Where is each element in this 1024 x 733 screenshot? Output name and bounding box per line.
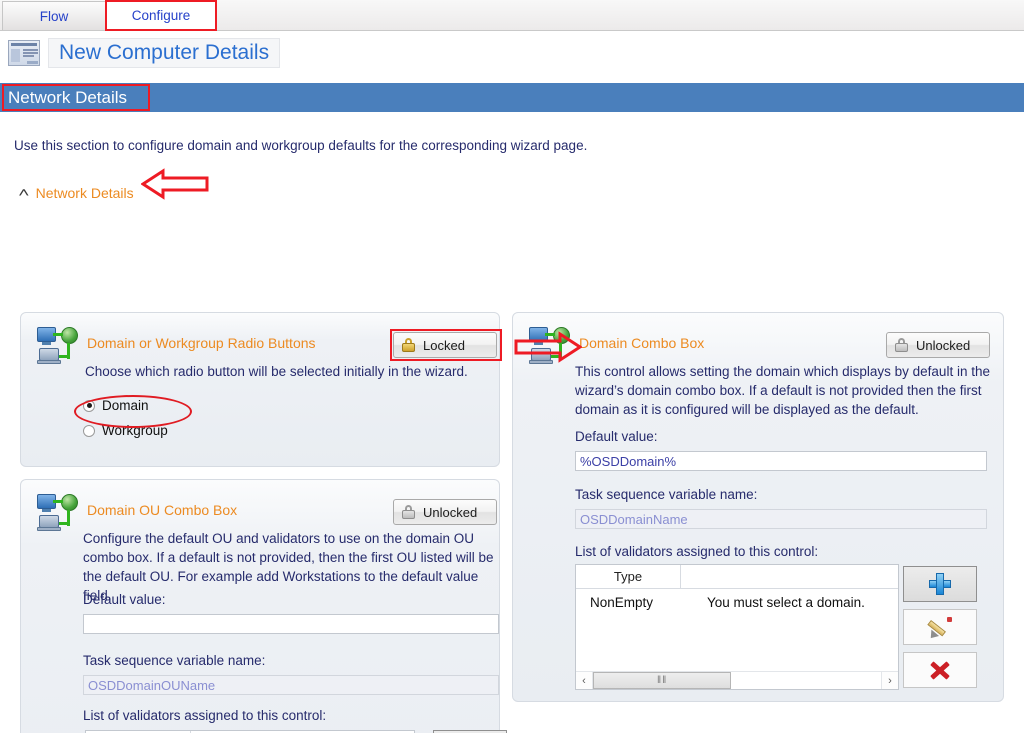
default-value-label-ou: Default value: [83,592,166,607]
unlocked-button-domain-combo[interactable]: Unlocked [886,332,990,358]
default-value-input-domain[interactable]: %OSDDomain% [575,451,987,471]
panel-title-domain-ou-combo: Domain OU Combo Box [87,502,238,518]
red-x-icon [929,660,951,680]
panel-title-radio-buttons: Domain or Workgroup Radio Buttons [87,335,316,351]
tab-strip: Flow Configure [0,0,1024,31]
network-icon [37,494,79,532]
ts-variable-input-domain[interactable]: OSDDomainName [575,509,987,529]
ts-variable-input-ou[interactable]: OSDDomainOUName [83,675,499,695]
panel-domain-or-workgroup-radio-buttons: Domain or Workgroup Radio Buttons Locked… [20,312,500,467]
scrollbar-track[interactable]: ‖‖ [593,672,881,689]
scroll-right-arrow-icon[interactable]: › [881,672,898,689]
panel-description-radio-buttons: Choose which radio button will be select… [85,364,468,379]
unlocked-button-label: Unlocked [916,337,971,353]
intro-text: Use this section to configure domain and… [14,138,588,153]
radio-workgroup-label: Workgroup [102,423,168,438]
validators-label-ou: List of validators assigned to this cont… [83,708,327,723]
tab-flow-label: Flow [39,8,69,24]
validator-type-cell: NonEmpty [590,594,654,610]
lock-closed-icon [402,338,415,352]
lock-open-icon [402,505,415,519]
add-validator-button-domain[interactable] [903,566,977,602]
ts-variable-label-domain: Task sequence variable name: [575,487,758,502]
radio-domain-indicator[interactable] [83,399,95,412]
tab-configure[interactable]: Configure [106,1,216,30]
application-window: Flow Configure New Computer Details Netw… [0,0,1024,733]
section-header-title: Network Details [8,87,128,107]
page-title-label: New Computer Details [59,41,270,64]
pencil-icon [926,616,953,642]
wizard-page-icon [8,40,40,66]
locked-button-label: Locked [423,337,465,353]
chevron-up-icon[interactable]: ˄ [18,186,29,199]
page-body: Use this section to configure domain and… [0,112,1024,733]
radio-workgroup-indicator[interactable] [83,424,95,437]
tab-configure-label: Configure [131,8,191,23]
network-details-group-header[interactable]: ˄ Network Details [18,185,134,201]
edit-validator-button-domain[interactable] [903,609,977,645]
scroll-left-arrow-icon[interactable]: ‹ [576,672,593,689]
validators-grid-horizontal-scrollbar[interactable]: ‹ ‖‖ › [576,671,898,689]
locked-button[interactable]: Locked [393,332,497,358]
plus-icon [929,573,951,595]
panel-domain-ou-combo-box: Domain OU Combo Box Unlocked Configure t… [20,479,507,733]
lock-open-icon [895,338,908,352]
validators-column-message-domain [681,565,898,588]
annotation-arrow-right-default-value [514,331,582,363]
annotation-arrow-left-group-title [141,168,209,200]
validators-grid-header-domain: Type [576,565,898,589]
default-value-input-ou[interactable] [83,614,499,634]
radio-domain-label: Domain [102,398,149,413]
validators-column-type-domain: Type [576,565,681,588]
panel-title-domain-combo: Domain Combo Box [579,335,705,351]
default-value-input-domain-text: %OSDDomain% [580,453,677,469]
delete-validator-button-domain[interactable] [903,652,977,688]
ts-variable-input-ou-text: OSDDomainOUName [88,677,216,693]
page-title: New Computer Details [48,38,281,68]
default-value-label-domain: Default value: [575,429,658,444]
radio-option-domain[interactable]: Domain [83,398,149,413]
validators-grid-domain[interactable]: Type NonEmpty You must select a domain. … [575,564,899,690]
panel-description-domain-combo: This control allows setting the domain w… [575,364,990,417]
scrollbar-thumb[interactable]: ‖‖ [593,672,732,689]
panel-domain-combo-box: Domain Combo Box Unlocked This control a… [512,312,1004,702]
section-header-bar: Network Details [0,83,1024,112]
unlocked-button-domain-ou[interactable]: Unlocked [393,499,497,525]
network-details-group-title: Network Details [35,185,134,201]
network-icon [37,327,79,365]
ts-variable-input-domain-text: OSDDomainName [580,511,688,527]
unlocked-button-label: Unlocked [423,504,478,520]
tab-flow[interactable]: Flow [2,1,106,30]
validator-message-cell: You must select a domain. [707,594,865,610]
validators-label-domain: List of validators assigned to this cont… [575,544,819,559]
table-row[interactable]: NonEmpty You must select a domain. [576,589,898,615]
ts-variable-label-ou: Task sequence variable name: [83,653,266,668]
radio-option-workgroup[interactable]: Workgroup [83,423,168,438]
